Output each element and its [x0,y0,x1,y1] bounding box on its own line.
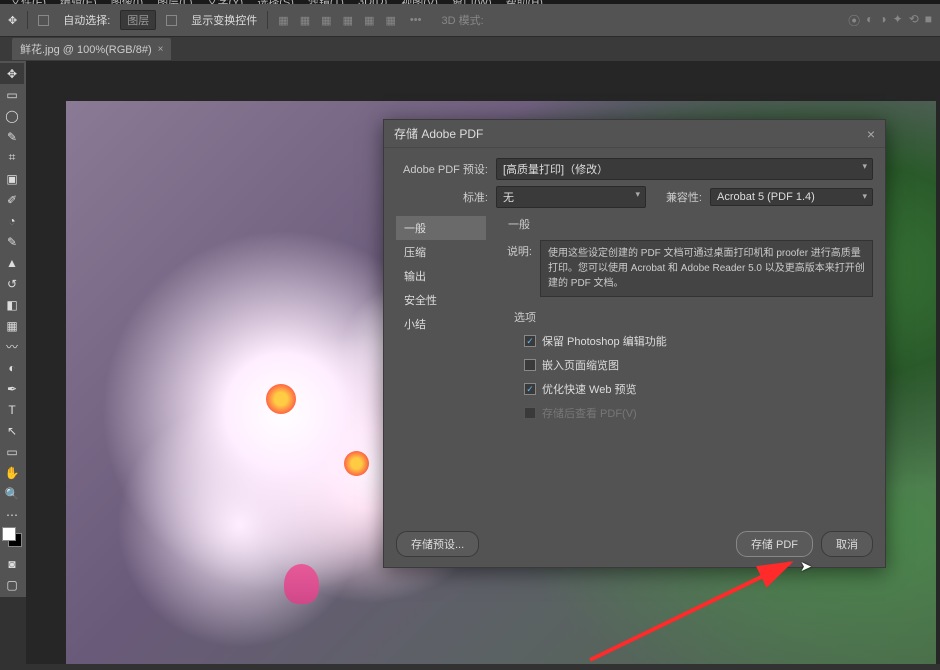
view-after-checkbox [524,407,536,419]
nav-compression[interactable]: 压缩 [396,240,486,264]
menu-view[interactable]: 视图(V) [401,0,438,4]
lasso-tool[interactable]: ◯ [0,105,24,126]
nav-security[interactable]: 安全性 [396,288,486,312]
save-pdf-dialog: 存储 Adobe PDF × Adobe PDF 预设: [高质量打印]（修改）… [383,119,886,568]
show-transform-label: 显示变换控件 [191,12,257,28]
standard-dropdown[interactable]: 无 [496,186,646,208]
menu-window[interactable]: 窗口(W) [452,0,492,4]
path-select-tool[interactable]: ↖ [0,420,24,441]
thumbnail-label: 嵌入页面缩览图 [542,357,619,373]
align-icons[interactable]: ▦ ▦ ▦ ▦ ▦ ▦ [278,14,400,27]
eyedropper-tool[interactable]: ✐ [0,189,24,210]
options-bar: ✥ 自动选择: 图层 显示变换控件 ▦ ▦ ▦ ▦ ▦ ▦ ••• 3D 模式:… [0,4,940,37]
stamp-tool[interactable]: ▲ [0,252,24,273]
view-after-label: 存储后查看 PDF(V) [542,405,637,421]
hand-tool[interactable]: ✋ [0,462,24,483]
gradient-tool[interactable]: ▦ [0,315,24,336]
text-tool[interactable]: T [0,399,24,420]
pen-tool[interactable]: ✒ [0,378,24,399]
document-tab-label: 鲜花.jpg @ 100%(RGB/8#) [20,41,152,57]
dodge-tool[interactable]: ◐ [0,357,24,378]
nav-general[interactable]: 一般 [396,216,486,240]
move-tool-icon[interactable]: ✥ [8,14,17,27]
mode3d-icons[interactable]: ⦿◐◑✦⟲■ [848,12,932,29]
healing-tool[interactable]: ◔ [0,210,24,231]
cancel-button[interactable]: 取消 [821,531,873,557]
save-pdf-button[interactable]: 存储 PDF [736,531,813,557]
menu-type[interactable]: 文字(Y) [207,0,244,4]
compat-label: 兼容性: [654,189,702,205]
web-optimize-checkbox[interactable] [524,383,536,395]
dialog-titlebar[interactable]: 存储 Adobe PDF × [384,120,885,148]
nav-summary[interactable]: 小结 [396,312,486,336]
menu-file[interactable]: 文件(F) [10,0,46,4]
fg-swatch[interactable] [2,527,16,541]
auto-select-label: 自动选择: [63,12,110,28]
frame-tool[interactable]: ▣ [0,168,24,189]
close-tab-icon[interactable]: × [158,44,164,55]
zoom-tool[interactable]: 🔍 [0,483,24,504]
menu-help[interactable]: 帮助(H) [506,0,543,4]
options-title: 选项 [514,309,873,325]
tool-palette: ✥ ▭ ◯ ✎ ⌗ ▣ ✐ ◔ ✎ ▲ ↺ ◧ ▦ 〰 ◐ ✒ T ↖ ▭ ✋ … [0,61,26,597]
close-icon[interactable]: × [867,126,875,142]
section-title: 一般 [508,216,873,232]
document-tab-bar: 鲜花.jpg @ 100%(RGB/8#) × [0,37,940,61]
quickmask-tool[interactable]: ◙ [0,553,24,574]
menu-edit[interactable]: 编辑(E) [60,0,97,4]
edit-toolbar[interactable]: ⋯ [0,504,24,525]
thumbnail-checkbox[interactable] [524,359,536,371]
preset-dropdown[interactable]: [高质量打印]（修改） [496,158,873,180]
history-brush-tool[interactable]: ↺ [0,273,24,294]
document-tab[interactable]: 鲜花.jpg @ 100%(RGB/8#) × [12,38,171,60]
menu-layer[interactable]: 图层(L) [157,0,192,4]
preset-label: Adobe PDF 预设: [396,161,488,177]
dialog-sidenav: 一般 压缩 输出 安全性 小结 [396,216,486,429]
more-icon[interactable]: ••• [410,14,422,26]
auto-select-dropdown[interactable]: 图层 [120,10,156,30]
move-tool[interactable]: ✥ [0,63,24,84]
description-label: 说明: [496,240,532,297]
menu-image[interactable]: 图像(I) [111,0,143,4]
show-transform-checkbox[interactable] [166,15,177,26]
marquee-tool[interactable]: ▭ [0,84,24,105]
standard-label: 标准: [396,189,488,205]
dialog-title: 存储 Adobe PDF [394,125,483,142]
preserve-checkbox[interactable] [524,335,536,347]
quick-select-tool[interactable]: ✎ [0,126,24,147]
crop-tool[interactable]: ⌗ [0,147,24,168]
menu-3d[interactable]: 3D(D) [358,0,387,4]
color-swatches[interactable] [2,527,26,553]
nav-output[interactable]: 输出 [396,264,486,288]
compat-dropdown[interactable]: Acrobat 5 (PDF 1.4) [710,188,873,206]
screenmode-tool[interactable]: ▢ [0,574,24,595]
brush-tool[interactable]: ✎ [0,231,24,252]
auto-select-checkbox[interactable] [38,15,49,26]
save-preset-button[interactable]: 存储预设... [396,531,479,557]
web-optimize-label: 优化快速 Web 预览 [542,381,637,397]
shape-tool[interactable]: ▭ [0,441,24,462]
menu-filter[interactable]: 滤镜(T) [308,0,344,4]
eraser-tool[interactable]: ◧ [0,294,24,315]
description-text[interactable]: 使用这些设定创建的 PDF 文档可通过桌面打印机和 proofer 进行高质量打… [540,240,873,297]
blur-tool[interactable]: 〰 [0,336,24,357]
preserve-label: 保留 Photoshop 编辑功能 [542,333,667,349]
menu-select[interactable]: 选择(S) [257,0,294,4]
mode3d-label: 3D 模式: [441,12,483,28]
